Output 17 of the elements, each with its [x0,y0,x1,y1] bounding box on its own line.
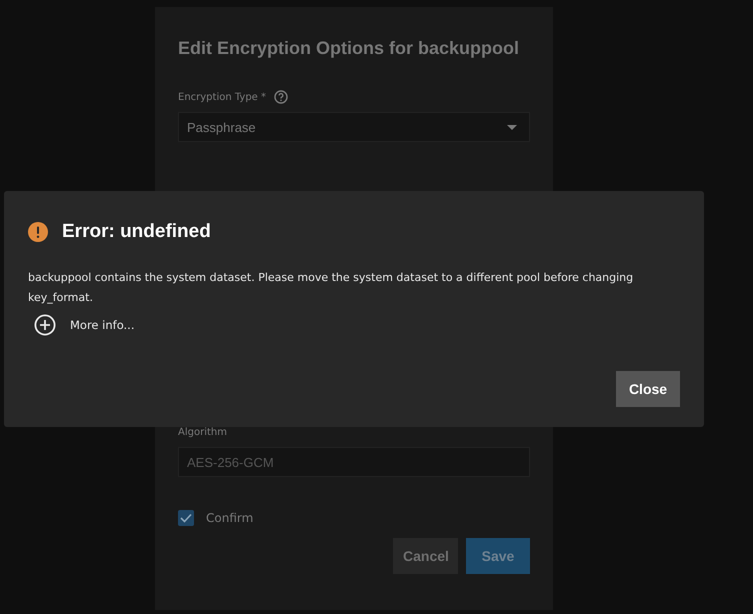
expand-plus-icon[interactable] [34,314,56,336]
error-title: Error: undefined [62,221,211,243]
error-message: backuppool contains the system dataset. Please move the system dataset to a different pool before changing key_format. [28,270,634,306]
close-button[interactable]: Close [616,371,680,407]
dropdown-caret-icon [507,124,517,130]
more-info-link[interactable]: More info... [70,318,134,332]
algorithm-field[interactable]: AES-256-GCM [178,447,530,477]
confirm-label: Confirm [206,511,254,525]
warning-icon [28,222,48,242]
confirm-checkbox[interactable] [178,510,194,526]
field-label: Encryption Type * [178,92,266,102]
encryption-type-select[interactable]: Passphrase [178,112,530,142]
dialog-title: Edit Encryption Options for backuppool [178,38,520,59]
field-label: Algorithm [178,426,227,438]
help-icon[interactable] [274,90,288,104]
save-button[interactable]: Save [466,538,530,574]
cancel-button[interactable]: Cancel [393,538,458,574]
